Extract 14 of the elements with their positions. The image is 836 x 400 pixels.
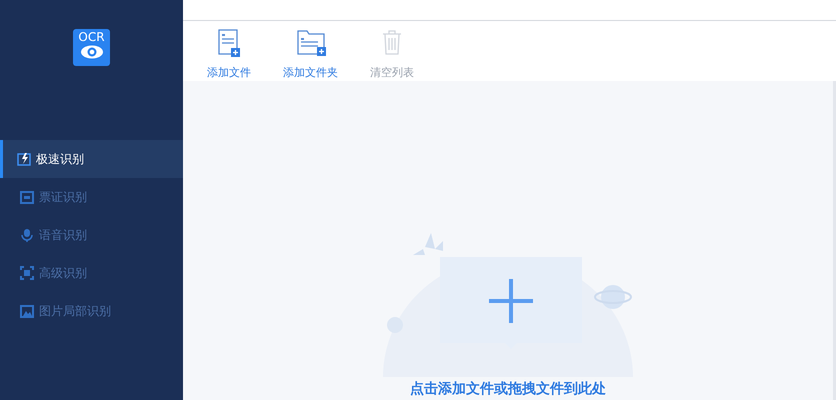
scan-icon	[20, 266, 34, 280]
ticket-icon	[20, 190, 34, 204]
image-icon	[20, 304, 34, 318]
sidebar-item[interactable]: 高级识别	[0, 254, 183, 292]
toolbar-button[interactable]: 添加文件夹	[277, 26, 344, 81]
microphone-icon	[20, 228, 34, 242]
sidebar-item[interactable]: 图片局部识别	[0, 292, 183, 330]
bolt-icon	[17, 152, 31, 166]
app-logo: OCR	[73, 29, 110, 66]
sidebar-item[interactable]: 票证识别	[0, 178, 183, 216]
toolbar-button[interactable]: 添加文件	[201, 26, 257, 81]
sidebar-item[interactable]: 语音识别	[0, 216, 183, 254]
sidebar-item[interactable]: 极速识别	[0, 140, 183, 178]
drop-hint: 点击添加文件或拖拽文件到此处	[410, 380, 606, 399]
